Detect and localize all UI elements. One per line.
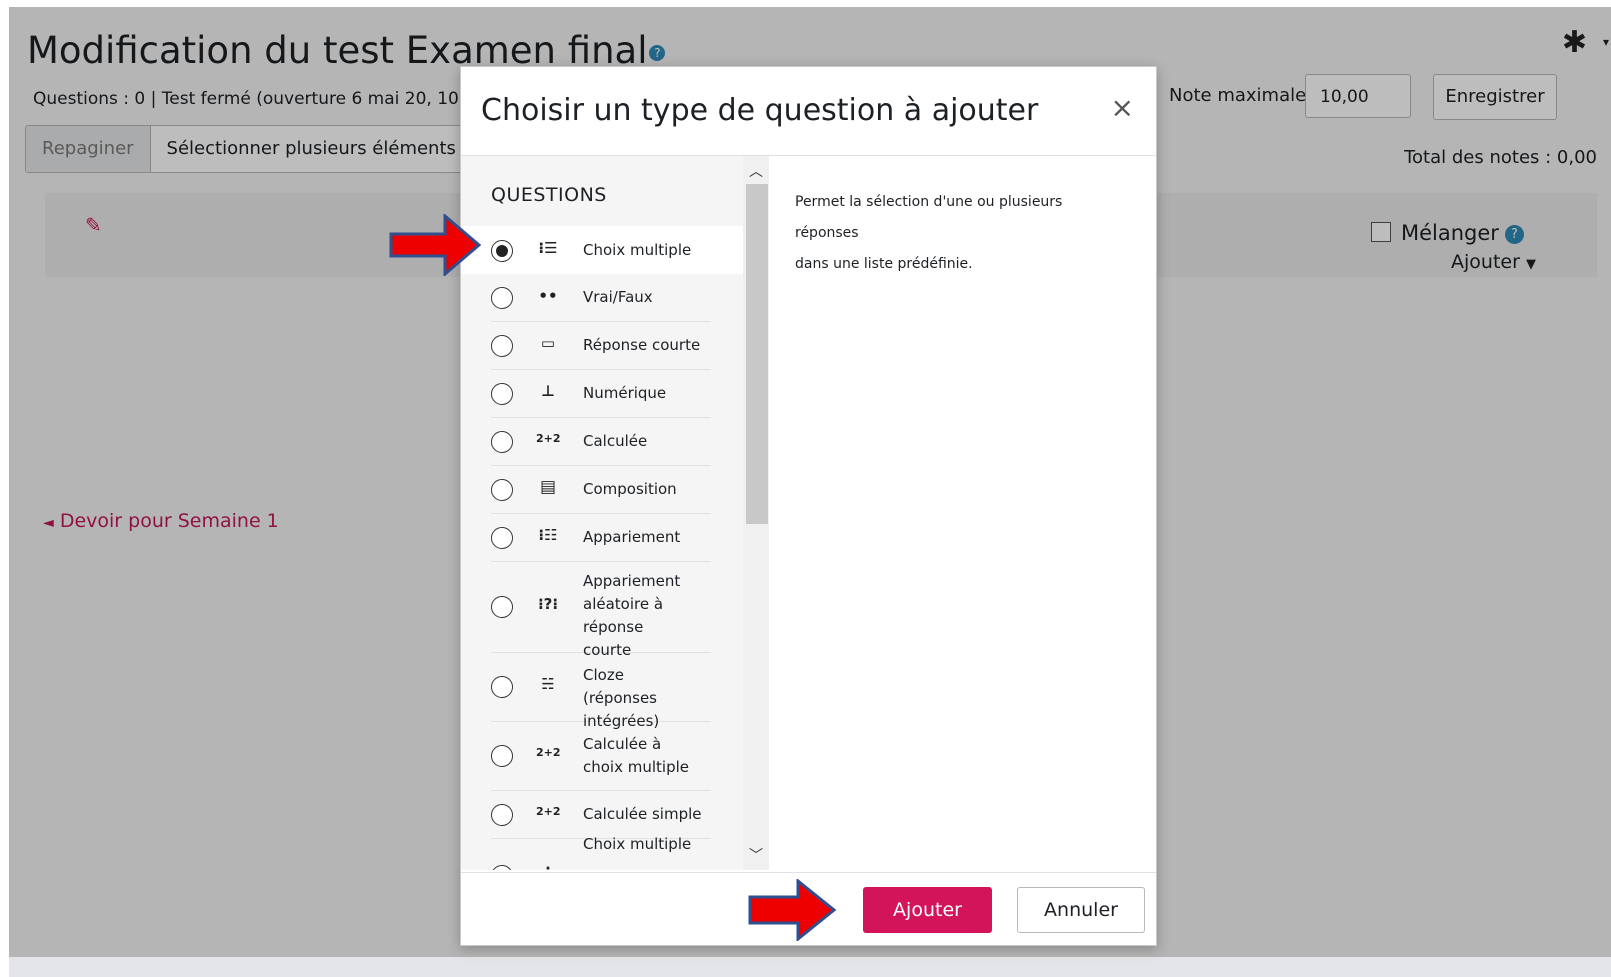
option-label: Calculée à choix multiple: [583, 735, 689, 776]
option-matching[interactable]: ⁝☷ Appariement: [491, 514, 711, 562]
multichoice-icon: ⁝: [536, 865, 560, 871]
scrollbar-thumb[interactable]: [746, 184, 768, 524]
radio-button[interactable]: [491, 240, 513, 262]
radio-button[interactable]: [491, 479, 513, 501]
radio-button[interactable]: [491, 287, 513, 309]
radio-button[interactable]: [491, 596, 513, 618]
option-calculated[interactable]: 2+2 Calculée: [491, 418, 711, 466]
red-arrow-icon: [748, 879, 837, 941]
close-icon[interactable]: ×: [1111, 91, 1134, 124]
description-line: dans une liste prédéfinie.: [795, 256, 973, 272]
radio-button[interactable]: [491, 865, 513, 870]
matching-icon: ⁝☷: [538, 526, 558, 544]
option-random-matching[interactable]: ⁝?⁝ Appariement aléatoire à réponse cour…: [491, 562, 711, 659]
essay-icon: ▤: [539, 477, 557, 497]
calculated-icon: 2+2: [536, 432, 561, 445]
option-calculated-multichoice[interactable]: 2+2 Calculée à choix multiple: [491, 722, 711, 791]
options-scrollbar[interactable]: ︿ ﹀: [743, 156, 769, 870]
chevron-up-icon[interactable]: ︿: [748, 161, 764, 181]
calculated-multichoice-icon: 2+2: [536, 746, 561, 759]
radio-button[interactable]: [491, 676, 513, 698]
radio-selected-dot: [496, 245, 508, 257]
radio-button[interactable]: [491, 745, 513, 767]
option-multichoice-cut[interactable]: ⁝ Choix multiple: [491, 835, 711, 871]
list-icon: ⁝☰: [538, 239, 558, 257]
dialog-title: Choisir un type de question à ajouter: [481, 93, 1039, 128]
calculated-simple-icon: 2+2: [536, 805, 561, 818]
question-options-list: QUESTIONS ⁝☰ Choix multiple •• Vrai/Faux…: [461, 156, 743, 870]
radio-button[interactable]: [491, 804, 513, 826]
option-calculated-simple[interactable]: 2+2 Calculée simple: [491, 791, 711, 839]
question-type-dialog: Choisir un type de question à ajouter × …: [460, 66, 1157, 946]
dialog-header: Choisir un type de question à ajouter ×: [461, 67, 1156, 156]
options-heading: QUESTIONS: [491, 184, 607, 206]
question-type-description: Permet la sélection d'une ou plusieurs r…: [795, 187, 1115, 280]
option-label: Appariement aléatoire à réponse courte: [583, 572, 681, 659]
short-answer-icon: ▭: [540, 334, 556, 352]
option-label: Calculée: [583, 432, 648, 450]
radio-button[interactable]: [491, 431, 513, 453]
radio-button[interactable]: [491, 383, 513, 405]
option-label: Numérique: [583, 384, 667, 402]
option-label: Réponse courte: [583, 336, 701, 354]
option-label: Calculée simple: [583, 805, 702, 823]
option-shortanswer[interactable]: ▭ Réponse courte: [491, 322, 711, 370]
option-multichoice[interactable]: ⁝☰ Choix multiple: [461, 226, 743, 274]
cancel-button[interactable]: Annuler: [1017, 887, 1145, 933]
option-label: Appariement: [583, 528, 681, 546]
description-line: Permet la sélection d'une ou plusieurs r…: [795, 194, 1063, 241]
cloze-icon: ☵: [541, 675, 555, 693]
option-label: Composition: [583, 480, 677, 498]
option-label: Choix multiple: [583, 835, 692, 853]
radio-button[interactable]: [491, 335, 513, 357]
option-cloze[interactable]: ☵ Cloze (réponses intégrées): [491, 653, 711, 730]
option-essay[interactable]: ▤ Composition: [491, 466, 711, 514]
footer-strip: [9, 957, 1611, 977]
random-matching-icon: ⁝?⁝: [537, 595, 559, 613]
option-label: Choix multiple: [583, 241, 692, 259]
red-arrow-icon: [389, 214, 481, 276]
true-false-icon: ••: [538, 287, 558, 305]
option-label: Vrai/Faux: [583, 288, 653, 306]
option-truefalse[interactable]: •• Vrai/Faux: [491, 274, 711, 322]
add-button[interactable]: Ajouter: [863, 887, 992, 933]
chevron-down-icon[interactable]: ﹀: [748, 845, 764, 865]
numerical-icon: ⊥: [541, 382, 555, 400]
option-numerical[interactable]: ⊥ Numérique: [491, 370, 711, 418]
radio-button[interactable]: [491, 527, 513, 549]
